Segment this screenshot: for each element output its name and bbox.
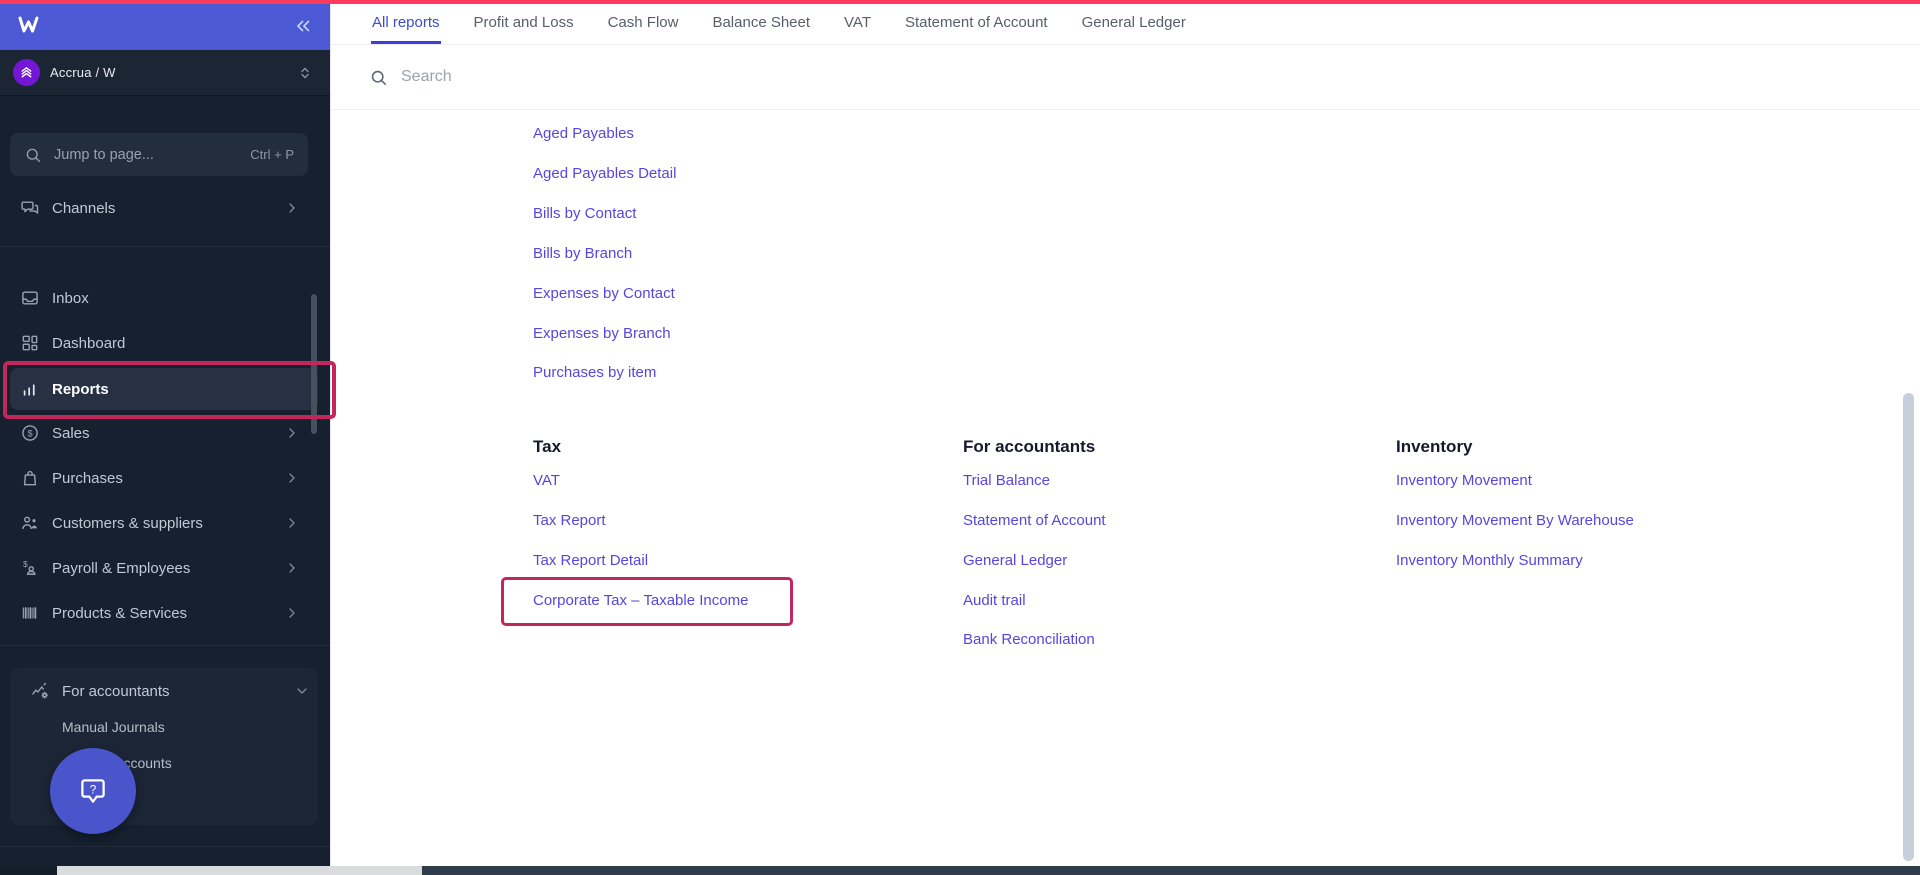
report-link-vat[interactable]: VAT — [533, 472, 560, 489]
report-link-inventory-movement-by-warehouse[interactable]: Inventory Movement By Warehouse — [1396, 512, 1634, 529]
chevron-right-icon — [284, 515, 300, 531]
sidebar-item-label: Inbox — [52, 290, 89, 307]
tab-statement-of-account[interactable]: Statement of Account — [904, 4, 1049, 44]
chat-bubbles-icon — [20, 198, 40, 218]
bar-chart-icon — [20, 379, 40, 399]
search-icon — [24, 146, 42, 164]
chevron-right-icon — [284, 605, 300, 621]
sidebar-item-inbox[interactable]: Inbox — [0, 281, 318, 315]
collapse-sidebar-icon[interactable] — [292, 14, 316, 38]
jump-to-page[interactable]: Jump to page... Ctrl + P — [10, 133, 308, 176]
help-bubble-icon: ? — [76, 774, 110, 808]
sidebar-item-label: For accountants — [62, 683, 170, 700]
report-link-bills-by-branch[interactable]: Bills by Branch — [533, 245, 632, 262]
sidebar-item-for-accountants[interactable]: For accountants — [10, 674, 328, 708]
report-link-expenses-by-contact[interactable]: Expenses by Contact — [533, 285, 675, 302]
svg-text:$: $ — [23, 559, 28, 569]
layers-chevrons-icon — [18, 64, 35, 81]
report-tabs: All reports Profit and Loss Cash Flow Ba… — [331, 4, 1920, 45]
sidebar-item-reports[interactable]: Reports — [0, 372, 318, 406]
search-icon — [369, 68, 388, 87]
horizontal-scrollbar-corner — [0, 866, 57, 875]
jump-shortcut: Ctrl + P — [250, 147, 294, 162]
section-title-tax: Tax — [533, 437, 561, 457]
jump-placeholder: Jump to page... — [54, 147, 154, 163]
sidebar-divider — [0, 645, 330, 646]
sidebar-item-label: Dashboard — [52, 335, 125, 352]
report-link-general-ledger[interactable]: General Ledger — [963, 552, 1067, 569]
top-accent-line — [0, 0, 1920, 4]
sidebar-item-label: Purchases — [52, 470, 123, 487]
report-link-bills-by-contact[interactable]: Bills by Contact — [533, 205, 636, 222]
chevron-right-icon — [284, 425, 300, 441]
workspace-avatar — [13, 59, 40, 86]
workspace-selector-icon — [296, 63, 314, 83]
help-button[interactable]: ? — [50, 748, 136, 834]
report-link-corporate-tax-taxable-income[interactable]: Corporate Tax – Taxable Income — [533, 592, 748, 609]
tab-profit-and-loss[interactable]: Profit and Loss — [473, 4, 575, 44]
tab-all-reports[interactable]: All reports — [371, 4, 441, 44]
report-link-purchases-by-item[interactable]: Purchases by item — [533, 364, 656, 381]
dashboard-grid-icon — [20, 333, 40, 353]
sidebar-item-dashboard[interactable]: Dashboard — [0, 326, 318, 360]
chevron-right-icon — [284, 470, 300, 486]
section-title-for-accountants: For accountants — [963, 437, 1095, 457]
main-vertical-scrollbar[interactable] — [1903, 393, 1914, 861]
section-title-inventory: Inventory — [1396, 437, 1473, 457]
horizontal-scrollbar-track — [0, 866, 1920, 875]
sidebar-item-label: Payroll & Employees — [52, 560, 190, 577]
report-link-tax-report[interactable]: Tax Report — [533, 512, 606, 529]
svg-text:?: ? — [90, 782, 97, 796]
sidebar-item-label: Customers & suppliers — [52, 515, 203, 532]
report-link-inventory-movement[interactable]: Inventory Movement — [1396, 472, 1532, 489]
report-search-bar — [331, 45, 1920, 110]
sidebar-item-label: Channels — [52, 200, 115, 217]
report-link-aged-payables[interactable]: Aged Payables — [533, 125, 634, 142]
inbox-icon — [20, 288, 40, 308]
sidebar-logo-bar — [0, 0, 330, 50]
sidebar-item-sales[interactable]: $ Sales — [0, 416, 318, 450]
tab-balance-sheet[interactable]: Balance Sheet — [711, 4, 811, 44]
wafeq-logo-icon — [16, 13, 40, 37]
dollar-circle-icon: $ — [20, 423, 40, 443]
sidebar-item-purchases[interactable]: Purchases — [0, 461, 318, 495]
sidebar-item-label: Sales — [52, 425, 90, 442]
workspace-switcher[interactable]: Accrua / W — [0, 50, 330, 96]
horizontal-scrollbar-thumb[interactable] — [57, 866, 422, 875]
barcode-icon — [20, 603, 40, 623]
sidebar-item-label: Products & Services — [52, 605, 187, 622]
sidebar: Accrua / W Jump to page... Ctrl + P Chan… — [0, 0, 330, 875]
sidebar-divider — [0, 846, 330, 847]
report-link-inventory-monthly-summary[interactable]: Inventory Monthly Summary — [1396, 552, 1583, 569]
report-link-audit-trail[interactable]: Audit trail — [963, 592, 1026, 609]
app-root: Accrua / W Jump to page... Ctrl + P Chan… — [0, 0, 1920, 875]
report-link-bank-reconciliation[interactable]: Bank Reconciliation — [963, 631, 1095, 648]
sidebar-item-label: Reports — [52, 381, 109, 398]
chevron-down-icon — [294, 683, 310, 699]
report-link-tax-report-detail[interactable]: Tax Report Detail — [533, 552, 648, 569]
sidebar-item-products-services[interactable]: Products & Services — [0, 596, 318, 630]
report-link-aged-payables-detail[interactable]: Aged Payables Detail — [533, 165, 676, 182]
search-input[interactable] — [401, 68, 1301, 86]
tab-cash-flow[interactable]: Cash Flow — [607, 4, 680, 44]
chevron-right-icon — [284, 560, 300, 576]
workspace-name: Accrua / W — [50, 65, 116, 80]
report-link-trial-balance[interactable]: Trial Balance — [963, 472, 1050, 489]
sidebar-item-channels[interactable]: Channels — [0, 191, 318, 225]
payroll-icon: $ — [20, 558, 40, 578]
shopping-bag-icon — [20, 468, 40, 488]
trend-gear-icon — [30, 681, 50, 701]
sidebar-item-payroll-employees[interactable]: $ Payroll & Employees — [0, 551, 318, 585]
tab-general-ledger[interactable]: General Ledger — [1081, 4, 1187, 44]
sidebar-divider — [0, 246, 330, 247]
sidebar-scrollbar[interactable] — [311, 294, 317, 434]
report-link-statement-of-account[interactable]: Statement of Account — [963, 512, 1106, 529]
people-icon — [20, 513, 40, 533]
svg-text:$: $ — [27, 428, 32, 438]
chevron-right-icon — [284, 200, 300, 216]
sidebar-subitem-manual-journals[interactable]: Manual Journals — [62, 719, 165, 735]
sidebar-item-customers-suppliers[interactable]: Customers & suppliers — [0, 506, 318, 540]
report-link-expenses-by-branch[interactable]: Expenses by Branch — [533, 325, 671, 342]
tab-vat[interactable]: VAT — [843, 4, 872, 44]
